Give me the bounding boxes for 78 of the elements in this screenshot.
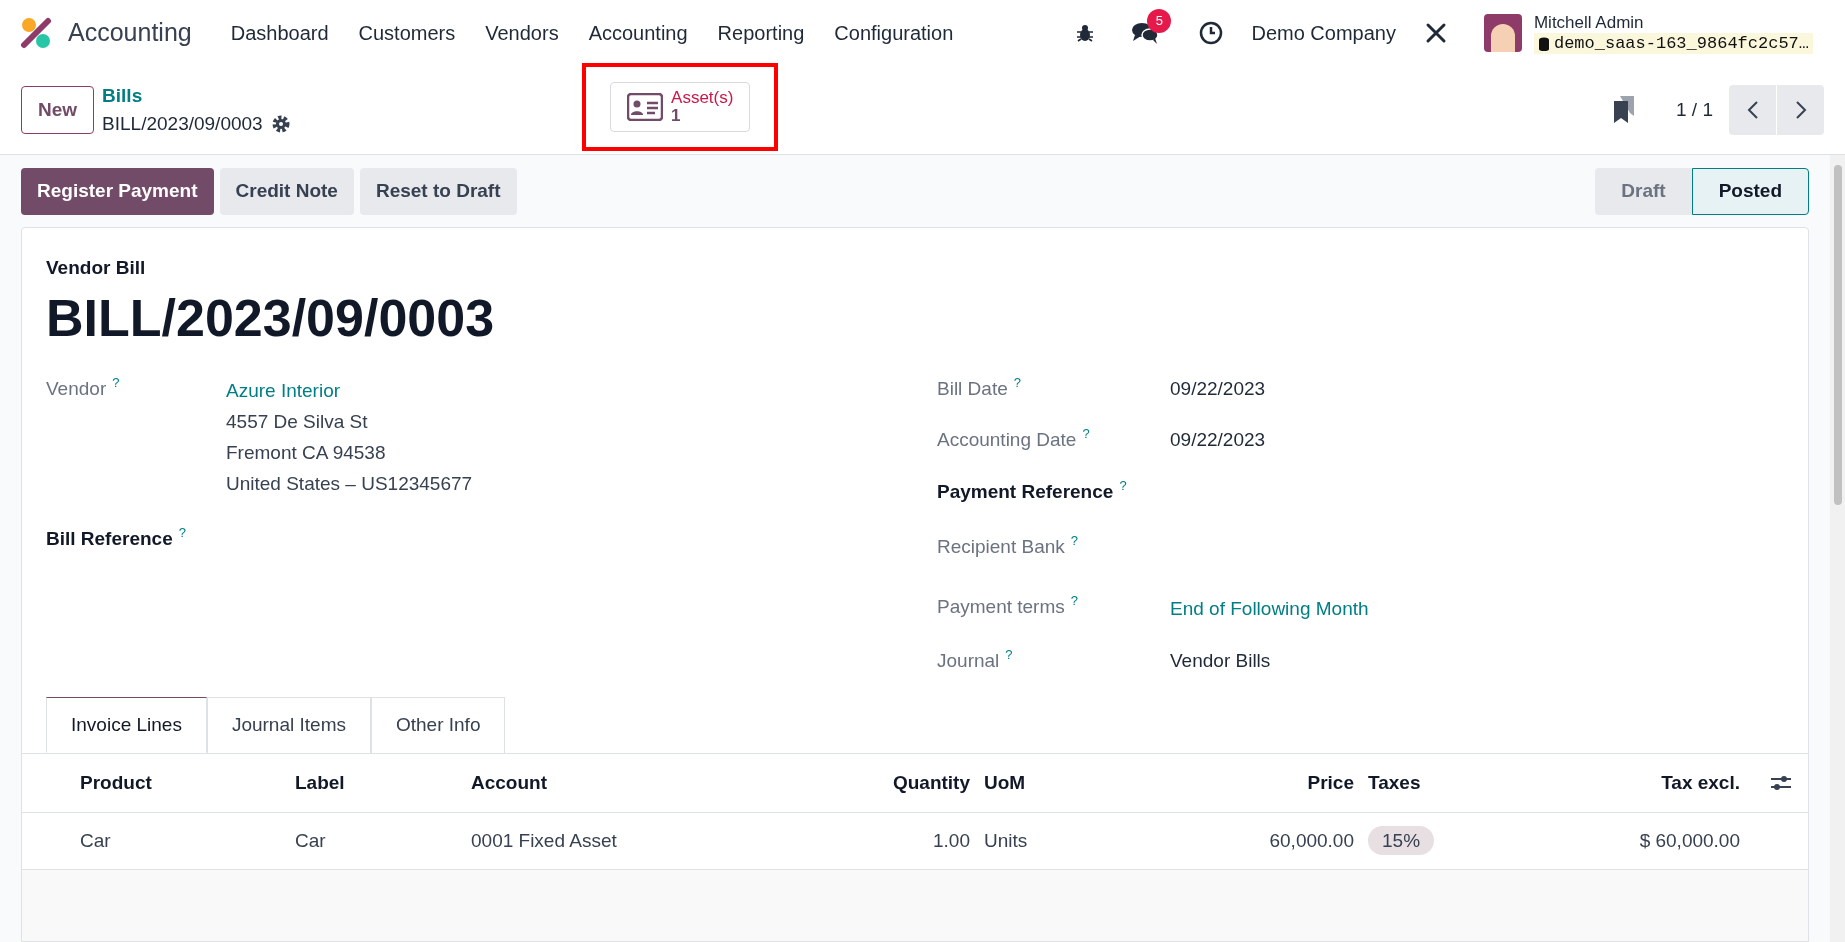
field-value: 09/22/2023 <box>1170 427 1266 452</box>
help-mark[interactable]: ? <box>1082 425 1090 441</box>
vendor-link[interactable]: Azure Interior <box>226 374 473 406</box>
action-button[interactable]: Register Payment <box>21 167 214 215</box>
chevron-left-icon <box>1746 100 1759 120</box>
address-line: United States – US12345677 <box>226 471 473 496</box>
address-line: 4557 De Silva St <box>226 409 369 434</box>
field-label: Accounting Date <box>937 428 1077 450</box>
action-button[interactable]: Reset to Draft <box>359 167 517 215</box>
payment-terms-link[interactable]: End of Following Month <box>1170 594 1369 647</box>
avatar-icon[interactable] <box>1483 14 1522 52</box>
chevron-right-icon <box>1794 100 1807 120</box>
column-header[interactable]: Tax excl. <box>1528 768 1754 798</box>
pager-value[interactable]: 1 / 1 <box>1676 95 1713 125</box>
message-count-badge: 5 <box>1147 9 1172 33</box>
field-label: Vendor <box>46 377 107 399</box>
field-label: Payment Reference <box>937 480 1114 502</box>
field-label: Recipient Bank <box>937 535 1065 557</box>
menu-item[interactable]: Dashboard <box>215 18 344 48</box>
field-value: Vendor Bills <box>1170 648 1271 673</box>
column-header[interactable]: Account <box>471 768 771 798</box>
clock-icon[interactable] <box>1199 21 1224 45</box>
status-step[interactable]: Draft <box>1595 167 1692 215</box>
scrollbar[interactable] <box>1830 155 1845 942</box>
column-header[interactable]: UoM <box>984 768 1134 798</box>
field-label: Payment terms <box>937 595 1065 617</box>
help-mark[interactable]: ? <box>1070 532 1079 548</box>
app-name[interactable]: Accounting <box>68 14 192 52</box>
document-title: BILL/2023/09/0003 <box>46 287 496 349</box>
smart-button-label: Asset(s) <box>671 89 734 107</box>
column-header[interactable]: Label <box>295 768 471 798</box>
new-button[interactable]: New <box>21 86 95 134</box>
column-header[interactable]: Product <box>80 768 295 798</box>
user-name[interactable]: Mitchell Admin <box>1533 11 1813 33</box>
tax-tag: 15% <box>1368 825 1435 855</box>
field-label: Journal <box>937 649 1000 671</box>
table-cell-text: Car <box>295 828 327 853</box>
document-type: Vendor Bill <box>46 256 147 280</box>
column-header[interactable]: Price <box>1134 768 1368 798</box>
bug-icon[interactable] <box>1075 23 1096 43</box>
notebook-tab[interactable]: Invoice Lines <box>46 696 207 753</box>
table-cell-text: Car <box>80 828 112 853</box>
smart-button-count: 1 <box>671 107 681 125</box>
table-cell-text: 1.00 <box>932 828 971 853</box>
database-name: demo_saas-163_9864fc2c57… <box>1533 33 1813 55</box>
help-mark[interactable]: ? <box>1070 592 1078 608</box>
help-mark[interactable]: ? <box>1119 477 1127 493</box>
assets-smart-button[interactable]: Asset(s) 1 <box>610 82 751 132</box>
action-button[interactable]: Credit Note <box>219 167 354 215</box>
table-cell-text: 60,000.00 <box>1268 828 1355 853</box>
settings-icon[interactable] <box>270 114 291 135</box>
record-name: BILL/2023/09/0003 <box>102 112 263 136</box>
column-header[interactable]: Quantity <box>771 768 984 798</box>
menu-item[interactable]: Configuration <box>819 18 969 48</box>
column-header[interactable]: Taxes <box>1368 768 1528 798</box>
table-cell-text: Units <box>984 828 1029 853</box>
app-logo-icon[interactable] <box>20 17 52 49</box>
help-mark[interactable]: ? <box>1013 374 1021 390</box>
table-cell-text: 0001 Fixed Asset <box>471 828 618 853</box>
menu-item[interactable]: Accounting <box>573 18 703 48</box>
bookmark-icon[interactable] <box>1612 96 1636 124</box>
help-mark[interactable]: ? <box>112 374 120 390</box>
field-label: Bill Reference <box>46 527 173 549</box>
menu-item[interactable]: Reporting <box>702 18 820 48</box>
menu-item[interactable]: Customers <box>343 18 471 48</box>
address-line: Fremont CA 94538 <box>226 440 387 465</box>
field-label: Bill Date <box>937 377 1008 399</box>
breadcrumb-link[interactable]: Bills <box>102 81 583 110</box>
help-mark[interactable]: ? <box>178 524 186 540</box>
table-cell-text: $ 60,000.00 <box>1638 828 1741 853</box>
notebook-tab[interactable]: Other Info <box>370 696 506 753</box>
company-name[interactable]: Demo Company <box>1251 18 1396 48</box>
help-mark[interactable]: ? <box>1005 646 1013 662</box>
notebook-tab[interactable]: Journal Items <box>206 696 371 753</box>
id-card-icon <box>627 93 664 121</box>
field-value: 09/22/2023 <box>1170 376 1266 401</box>
status-step[interactable]: Posted <box>1691 167 1809 215</box>
menu-item[interactable]: Vendors <box>470 18 574 48</box>
